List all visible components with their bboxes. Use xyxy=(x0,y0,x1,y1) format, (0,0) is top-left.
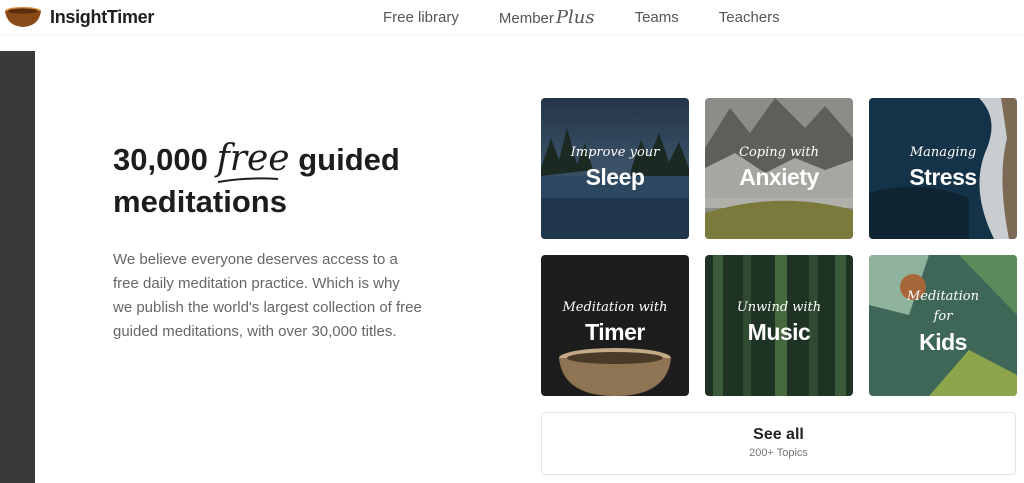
kids-illustration-image xyxy=(869,255,1017,396)
tile-subtitle: Unwind with xyxy=(736,300,822,315)
top-navbar: InsightTimer Free library Member Plus Te… xyxy=(0,0,1024,34)
topic-tile-kids[interactable]: Meditation for Kids xyxy=(869,255,1017,396)
logo-text: InsightTimer xyxy=(50,6,155,27)
underline-swash-icon xyxy=(218,177,279,183)
tile-subtitle-2: for xyxy=(933,309,953,324)
nav-teachers[interactable]: Teachers xyxy=(719,9,780,26)
topic-tile-music[interactable]: Unwind with Music xyxy=(705,255,853,396)
tile-title: Stress xyxy=(909,164,977,190)
tile-title: Sleep xyxy=(585,164,645,190)
tile-subtitle: Meditation xyxy=(906,289,980,304)
main-nav: Free library Member Plus Teams Teachers xyxy=(383,0,820,34)
tile-subtitle: Managing xyxy=(909,145,977,160)
left-edge-panel xyxy=(0,51,35,483)
logo-link[interactable]: InsightTimer xyxy=(4,4,154,30)
hero-description: We believe everyone deserves access to a… xyxy=(113,251,422,340)
nav-free-library[interactable]: Free library xyxy=(383,9,459,26)
hero-title-free-word: free xyxy=(216,138,290,179)
singing-bowl-icon xyxy=(4,6,42,28)
hero-title-free: free xyxy=(216,138,290,183)
hero-title-number: 30,000 xyxy=(113,142,208,177)
tile-subtitle: Meditation with xyxy=(562,300,668,315)
hero-title-guided: guided xyxy=(298,142,400,177)
topic-tile-sleep[interactable]: Improve your Sleep xyxy=(541,98,689,239)
tile-subtitle: Improve your xyxy=(570,145,660,160)
nav-teams[interactable]: Teams xyxy=(635,9,679,26)
tile-title: Music xyxy=(747,319,811,345)
see-all-label: See all xyxy=(753,426,804,443)
hero-title-meditations: meditations xyxy=(113,184,287,219)
tile-title: Kids xyxy=(919,329,967,355)
tile-title: Anxiety xyxy=(739,164,819,190)
topics-count: 200+ Topics xyxy=(749,447,808,459)
nav-plus-label: Plus xyxy=(555,6,595,28)
tile-subtitle: Coping with xyxy=(739,145,819,160)
topic-tile-timer[interactable]: Meditation with Timer xyxy=(541,255,689,396)
hero-title: 30,000 free guided meditations xyxy=(113,138,453,223)
see-all-button[interactable]: See all 200+ Topics xyxy=(541,412,1016,475)
nav-member-plus[interactable]: Member Plus xyxy=(499,7,595,28)
nav-member-label: Member xyxy=(498,9,554,27)
topic-tile-stress[interactable]: Managing Stress xyxy=(869,98,1017,239)
tile-title: Timer xyxy=(585,319,645,345)
topic-tile-anxiety[interactable]: Coping with Anxiety xyxy=(705,98,853,239)
